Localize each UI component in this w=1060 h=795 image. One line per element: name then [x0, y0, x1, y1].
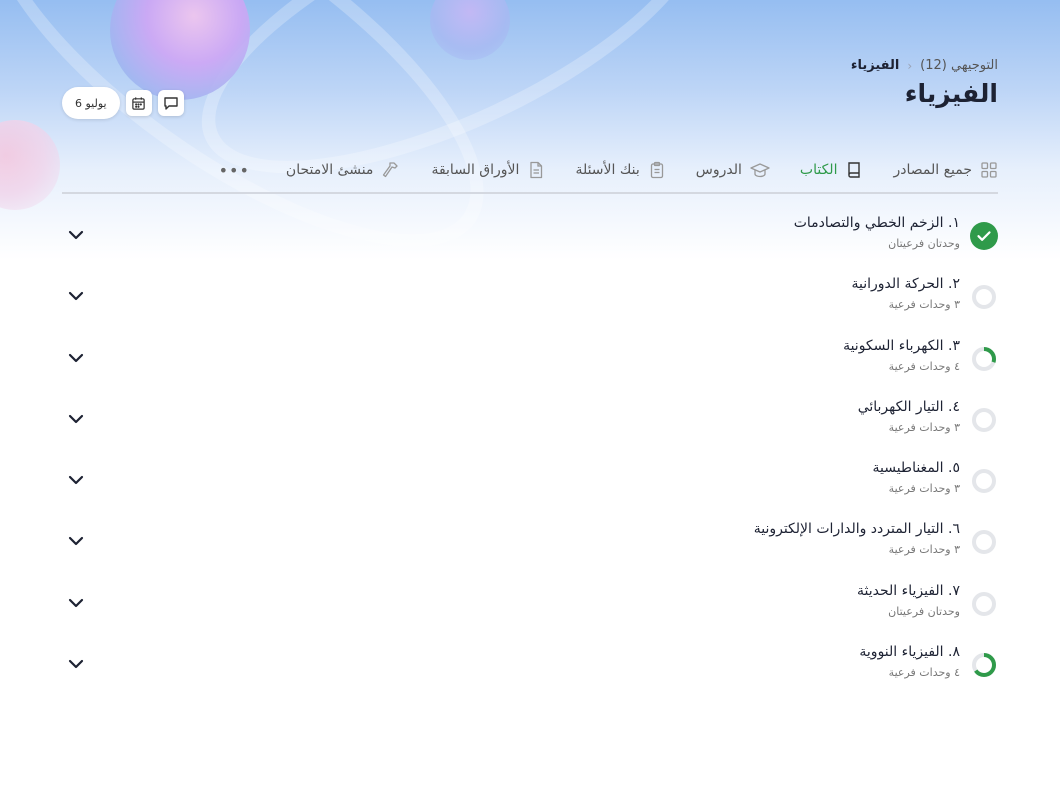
chapter-subtitle: ٣ وحدات فرعية: [888, 543, 960, 557]
chapter-title: ٧. الفيزياء الحديثة: [857, 582, 960, 599]
progress-ring-icon: [970, 590, 998, 618]
chapter-subtitle: وحدتان فرعيتان: [888, 237, 960, 250]
chapter-subtitle: وحدتان فرعيتان: [888, 604, 960, 618]
more-dots-icon: •••: [218, 160, 250, 180]
chapter-subtitle: ٤ وحدات فرعية: [888, 359, 960, 373]
breadcrumb-parent[interactable]: التوجيهي (12): [920, 58, 998, 73]
clipboard-icon: [650, 161, 663, 179]
chapter-title: ٦. التيار المتردد والدارات الإلكترونية: [753, 521, 960, 538]
breadcrumb: التوجيهي (12) ‹ الفيزياء: [851, 58, 998, 73]
chevron-down-icon[interactable]: [66, 348, 86, 368]
progress-ring-icon: [970, 528, 998, 556]
chapter-title: ٨. الفيزياء النووية: [859, 644, 960, 661]
chapter-subtitle: ٤ وحدات فرعية: [888, 666, 960, 680]
chevron-down-icon[interactable]: [66, 593, 86, 613]
chapter-row[interactable]: ٥. المغناطيسية ٣ وحدات فرعية: [62, 450, 998, 511]
date-label: 6 يوليو: [75, 96, 107, 110]
chapter-row[interactable]: ٦. التيار المتردد والدارات الإلكترونية ٣ …: [62, 511, 998, 572]
tab-question-bank[interactable]: بنك الأسئلة: [575, 161, 665, 179]
resource-tabs: جميع المصادر الكتاب الدروس بنك الأسئلة ا…: [62, 148, 998, 194]
tab-all-resources[interactable]: جميع المصادر: [893, 161, 998, 179]
hammer-icon: [383, 162, 399, 178]
chapter-text: ٧. الفيزياء الحديثة وحدتان فرعيتان: [857, 583, 960, 618]
chapter-text: ٣. الكهرباء السكونية ٤ وحدات فرعية: [843, 338, 960, 373]
chapter-title: ٣. الكهرباء السكونية: [843, 337, 960, 354]
tab-label: منشئ الامتحان: [285, 162, 374, 178]
chapter-text: ٥. المغناطيسية ٣ وحدات فرعية: [872, 460, 960, 495]
grid-icon: [981, 162, 997, 178]
chapter-text: ١. الزخم الخطي والتصادمات وحدتان فرعيتان: [794, 215, 960, 250]
tab-label: بنك الأسئلة: [575, 162, 640, 178]
chapter-title: ١. الزخم الخطي والتصادمات: [793, 215, 960, 231]
progress-ring-icon: [970, 283, 998, 311]
date-pill[interactable]: 6 يوليو: [62, 87, 120, 119]
calendar-icon: [132, 96, 145, 110]
chapter-title: ٢. الحركة الدورانية: [851, 276, 960, 293]
chat-icon: [163, 97, 178, 110]
completed-check-icon: [970, 222, 998, 250]
chapter-title: ٥. المغناطيسية: [872, 460, 960, 477]
chevron-down-icon[interactable]: [66, 409, 86, 429]
chapter-text: ٨. الفيزياء النووية ٤ وحدات فرعية: [859, 644, 960, 679]
chevron-down-icon[interactable]: [66, 470, 86, 490]
calendar-button[interactable]: [125, 90, 152, 116]
chevron-left-icon: ‹: [907, 58, 913, 73]
chapter-row[interactable]: ١. الزخم الخطي والتصادمات وحدتان فرعيتان: [62, 205, 998, 266]
chapter-list: ١. الزخم الخطي والتصادمات وحدتان فرعيتان ٢…: [62, 205, 998, 695]
document-icon: [530, 161, 543, 179]
breadcrumb-current: الفيزياء: [850, 58, 900, 73]
page-header: التوجيهي (12) ‹ الفيزياء الفيزياء: [851, 58, 998, 108]
tab-label: الكتاب: [799, 162, 838, 178]
tab-exam-builder[interactable]: منشئ الامتحان: [286, 160, 402, 180]
chapter-row[interactable]: ٤. التيار الكهربائي ٣ وحدات فرعية: [62, 389, 998, 450]
progress-ring-icon: [970, 406, 998, 434]
chapter-title: ٤. التيار الكهربائي: [857, 398, 960, 415]
chevron-down-icon[interactable]: [66, 654, 86, 674]
more-options-button[interactable]: •••: [219, 161, 250, 180]
progress-ring-icon: [970, 651, 998, 679]
page-title: الفيزياء: [904, 79, 998, 108]
top-actions: 6 يوليو: [62, 87, 184, 119]
chapter-row[interactable]: ٧. الفيزياء الحديثة وحدتان فرعيتان: [62, 573, 998, 634]
chapter-text: ٤. التيار الكهربائي ٣ وحدات فرعية: [858, 399, 960, 434]
sphere-decoration: [0, 120, 60, 210]
progress-ring-icon: [970, 345, 998, 373]
chapter-row[interactable]: ٢. الحركة الدورانية ٣ وحدات فرعية: [62, 266, 998, 327]
chapter-subtitle: ٣ وحدات فرعية: [888, 482, 960, 496]
tab-label: جميع المصادر: [893, 162, 972, 178]
chapter-subtitle: ٣ وحدات فرعية: [888, 420, 960, 434]
chevron-down-icon[interactable]: [66, 286, 86, 306]
chevron-down-icon[interactable]: [66, 531, 86, 551]
graduation-cap-icon: [750, 163, 770, 178]
tab-label: الدروس: [695, 162, 742, 178]
chapter-subtitle: ٣ وحدات فرعية: [888, 298, 960, 312]
chapter-text: ٢. الحركة الدورانية ٣ وحدات فرعية: [851, 276, 960, 311]
chat-button[interactable]: [157, 90, 184, 116]
chapter-row[interactable]: ٣. الكهرباء السكونية ٤ وحدات فرعية: [62, 328, 998, 389]
chevron-down-icon[interactable]: [66, 225, 86, 245]
book-icon: [848, 162, 861, 178]
tab-past-papers[interactable]: الأوراق السابقة: [431, 161, 545, 179]
chapter-text: ٦. التيار المتردد والدارات الإلكترونية ٣ …: [754, 521, 960, 556]
tab-book[interactable]: الكتاب: [800, 161, 864, 179]
tab-label: الأوراق السابقة: [431, 162, 520, 178]
tab-lessons[interactable]: الدروس: [696, 161, 770, 179]
chapter-row[interactable]: ٨. الفيزياء النووية ٤ وحدات فرعية: [62, 634, 998, 695]
progress-ring-icon: [970, 467, 998, 495]
